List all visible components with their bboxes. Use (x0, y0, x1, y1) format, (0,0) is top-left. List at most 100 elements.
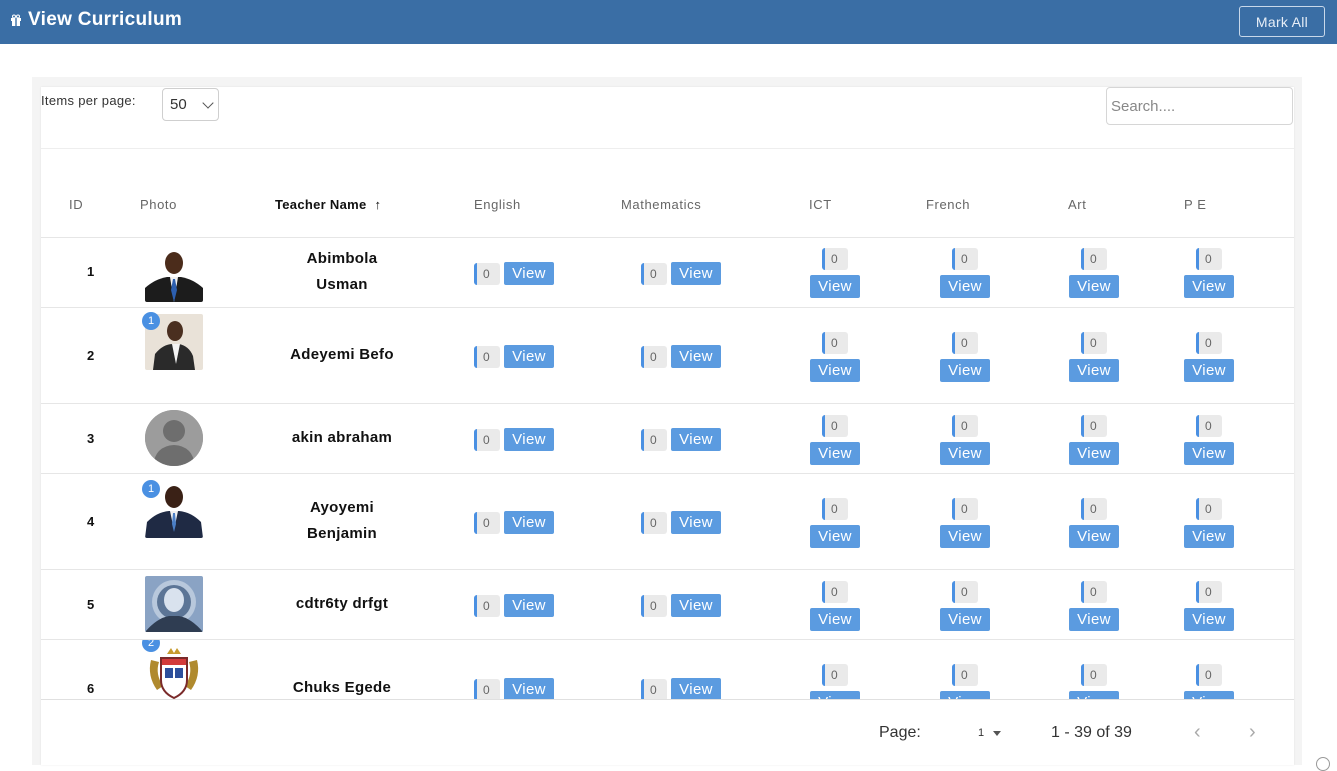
english-count: 0 (474, 511, 500, 534)
french-view-button[interactable]: View (940, 275, 990, 298)
mathematics-view-button[interactable]: View (671, 594, 721, 617)
ict-count: 0 (822, 498, 848, 520)
school-crest-photo[interactable] (145, 646, 203, 699)
pe-count: 0 (1196, 248, 1222, 270)
pe-view-button[interactable]: View (1184, 608, 1234, 631)
gift-icon (11, 14, 21, 26)
french-count: 0 (952, 415, 978, 437)
caret-down-icon[interactable] (993, 731, 1001, 736)
english-view-button[interactable]: View (504, 428, 554, 451)
pe-view-button[interactable]: View (1184, 691, 1234, 699)
teacher-name-line1: Chuks Egede (292, 679, 392, 696)
art-count: 0 (1081, 332, 1107, 354)
column-header-french[interactable]: French (926, 197, 970, 212)
ict-count: 0 (822, 581, 848, 603)
row-id: 2 (87, 348, 95, 363)
art-count: 0 (1081, 415, 1107, 437)
curriculum-table-card: Items per page: 50 ID Photo Teacher Name… (41, 87, 1294, 765)
teacher-name-line1: cdtr6ty drfgt (295, 595, 389, 612)
art-view-button[interactable]: View (1069, 275, 1119, 298)
english-count: 0 (474, 262, 500, 285)
pe-view-button[interactable]: View (1184, 442, 1234, 465)
mark-all-button[interactable]: Mark All (1239, 6, 1325, 37)
table-row: 6 2 Chuks Egede 0View 0View 0View 0View … (41, 639, 1294, 699)
ict-count: 0 (822, 415, 848, 437)
table-row: 2 1 Adeyemi Befo 0 View 0 View 0 View 0 View… (41, 307, 1294, 403)
column-header-id[interactable]: ID (69, 197, 83, 212)
english-cell: 0 View (474, 428, 554, 451)
teacher-name: akin abraham (273, 425, 411, 451)
english-cell: 0 View (474, 678, 554, 699)
art-count: 0 (1081, 664, 1107, 686)
french-view-button[interactable]: View (940, 691, 990, 699)
column-header-pe[interactable]: P E (1184, 197, 1207, 212)
ict-view-button[interactable]: View (810, 359, 860, 382)
ict-view-button[interactable]: View (810, 442, 860, 465)
english-view-button[interactable]: View (504, 511, 554, 534)
english-cell: 0 View (474, 594, 554, 617)
items-per-page-select[interactable]: 50 (162, 88, 219, 121)
scroll-indicator[interactable] (1316, 757, 1330, 771)
chevron-left-icon[interactable]: ‹ (1194, 721, 1201, 744)
mathematics-view-button[interactable]: View (671, 262, 721, 285)
ict-view-button[interactable]: View (810, 691, 860, 699)
column-header-teacher-name[interactable]: Teacher Name ↑ (275, 197, 381, 212)
english-count: 0 (474, 678, 500, 699)
mathematics-view-button[interactable]: View (671, 678, 721, 699)
french-view-button[interactable]: View (940, 359, 990, 382)
column-header-photo[interactable]: Photo (140, 197, 177, 212)
ict-view-button[interactable]: View (810, 608, 860, 631)
chevron-down-icon (202, 97, 214, 109)
english-view-button[interactable]: View (504, 262, 554, 285)
art-count: 0 (1081, 581, 1107, 603)
table-row: 1 Abimbola Usman 0 View 0 View 0 View 0 View… (41, 237, 1294, 307)
teacher-name-line2: Usman (316, 276, 368, 293)
art-view-button[interactable]: View (1069, 691, 1119, 699)
teacher-name-line1: akin abraham (291, 429, 393, 446)
french-view-button[interactable]: View (940, 525, 990, 548)
page-label: Page: (879, 724, 921, 741)
chevron-right-icon[interactable]: › (1249, 721, 1256, 744)
default-avatar[interactable] (145, 410, 203, 466)
column-header-english[interactable]: English (474, 197, 521, 212)
art-view-button[interactable]: View (1069, 608, 1119, 631)
mathematics-cell: 0 View (641, 428, 721, 451)
english-cell: 0 View (474, 345, 554, 368)
ict-view-button[interactable]: View (810, 275, 860, 298)
search-input[interactable] (1106, 87, 1293, 125)
pe-view-button[interactable]: View (1184, 359, 1234, 382)
table-row: 5 cdtr6ty drfgt 0 View 0 View 0 View 0 View … (41, 569, 1294, 639)
row-id: 1 (87, 264, 95, 279)
toolbar-divider (41, 148, 1294, 149)
art-view-button[interactable]: View (1069, 525, 1119, 548)
page-title: View Curriculum (28, 9, 183, 30)
pe-view-button[interactable]: View (1184, 525, 1234, 548)
teacher-photo[interactable] (145, 246, 203, 302)
pe-view-button[interactable]: View (1184, 275, 1234, 298)
mathematics-view-button[interactable]: View (671, 428, 721, 451)
english-view-button[interactable]: View (504, 594, 554, 617)
teacher-name-line1: Abimbola (306, 250, 378, 267)
column-header-mathematics[interactable]: Mathematics (621, 197, 701, 212)
pe-count: 0 (1196, 332, 1222, 354)
page-select[interactable]: 1 (978, 727, 984, 739)
pe-count: 0 (1196, 581, 1222, 603)
art-view-button[interactable]: View (1069, 359, 1119, 382)
column-header-ict[interactable]: ICT (809, 197, 832, 212)
english-view-button[interactable]: View (504, 345, 554, 368)
mathematics-count: 0 (641, 345, 667, 368)
french-view-button[interactable]: View (940, 442, 990, 465)
english-view-button[interactable]: View (504, 678, 554, 699)
ict-view-button[interactable]: View (810, 525, 860, 548)
mathematics-view-button[interactable]: View (671, 345, 721, 368)
teacher-photo[interactable] (145, 576, 203, 632)
teacher-name: Adeyemi Befo (273, 342, 411, 368)
mathematics-count: 0 (641, 511, 667, 534)
teacher-name-line1: Ayoyemi (309, 499, 375, 516)
french-view-button[interactable]: View (940, 608, 990, 631)
art-view-button[interactable]: View (1069, 442, 1119, 465)
table-row: 3 akin abraham 0 View 0 View 0 View 0 View 0… (41, 403, 1294, 473)
column-header-art[interactable]: Art (1068, 197, 1086, 212)
mathematics-view-button[interactable]: View (671, 511, 721, 534)
pe-count: 0 (1196, 498, 1222, 520)
